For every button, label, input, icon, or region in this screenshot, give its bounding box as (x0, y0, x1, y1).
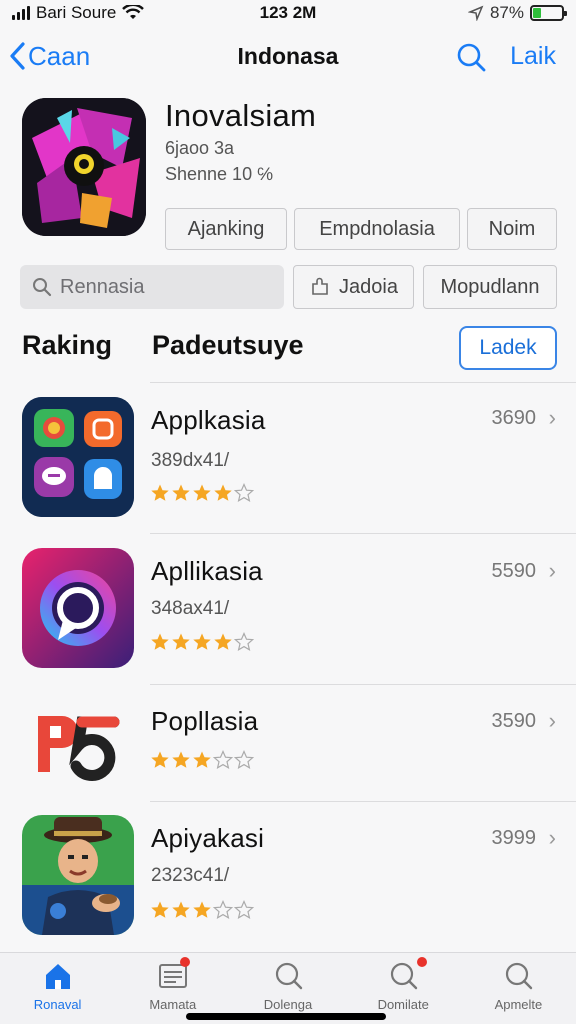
featured-app-title: Inovalsiam (165, 98, 317, 133)
popular-button[interactable]: Mopudlann (423, 265, 557, 309)
home-icon (45, 964, 70, 989)
home-indicator (186, 1013, 386, 1020)
location-icon (467, 5, 484, 21)
divider (150, 533, 576, 534)
app-icon-social (22, 397, 134, 517)
star-filled-icon (193, 633, 211, 650)
search-icon (506, 962, 533, 990)
tab-label: Dolenga (263, 997, 313, 1012)
app-subtitle: 348ax41/ (151, 598, 230, 619)
filter-button-ranking[interactable]: Ajanking (165, 208, 287, 250)
tab-label: Apmelte (494, 997, 543, 1012)
search-icon (275, 962, 303, 990)
app-name: Apiyakasi (151, 823, 265, 853)
chevron-left-icon (10, 42, 25, 70)
search-icon (33, 278, 52, 297)
category-button-label: Jadoia (339, 275, 398, 298)
app-name: Popllasia (151, 706, 259, 736)
app-name: Apllikasia (151, 556, 263, 586)
star-filled-icon (193, 751, 211, 768)
section-title-category: Padeutsuye (152, 330, 304, 360)
star-empty-icon (234, 632, 254, 652)
nav-right-button[interactable]: Laik (510, 42, 556, 71)
back-button[interactable]: Caan (8, 41, 90, 72)
search-input[interactable]: Rennasia (20, 265, 284, 309)
navigation-bar: Caan Indonasa Laik (0, 32, 576, 80)
star-filled-icon (193, 484, 211, 501)
signal-icon (12, 6, 30, 20)
star-filled-icon (151, 633, 169, 650)
tab-home[interactable]: Ronaval (0, 953, 115, 1024)
app-icon-ps (22, 700, 134, 790)
notification-badge (417, 957, 428, 967)
star-filled-icon (172, 751, 190, 768)
clock: 123 2M (259, 3, 317, 22)
tab-label: Ronaval (33, 997, 82, 1012)
star-empty-icon (213, 900, 233, 920)
wifi-icon (122, 5, 145, 19)
star-filled-icon (172, 901, 190, 918)
search-icon[interactable] (454, 40, 488, 74)
tab-label: Domilate (377, 997, 429, 1012)
star-empty-icon (234, 750, 254, 770)
see-all-button[interactable]: Ladek (459, 326, 557, 370)
search-badge-icon (391, 962, 418, 990)
puzzle-icon (312, 277, 328, 295)
star-filled-icon (214, 484, 232, 501)
star-filled-icon (151, 901, 169, 918)
star-empty-icon (213, 750, 233, 770)
rating-stars (150, 750, 254, 770)
category-button[interactable]: Jadoia (293, 265, 414, 309)
chevron-right-icon: › (548, 708, 556, 733)
star-empty-icon (234, 483, 254, 503)
app-subtitle: 389dx41/ (151, 450, 230, 471)
star-filled-icon (151, 484, 169, 501)
section-title-ranking: Raking (22, 330, 113, 360)
star-filled-icon (151, 751, 169, 768)
chevron-right-icon: › (548, 405, 556, 430)
chevron-right-icon: › (548, 558, 556, 583)
star-filled-icon (172, 633, 190, 650)
back-label: Caan (28, 40, 91, 71)
filter-button-new[interactable]: Noim (467, 208, 557, 250)
rating-stars (150, 632, 254, 652)
chevron-right-icon: › (548, 825, 556, 850)
status-bar: Bari Soure 123 2M 87% (0, 0, 576, 26)
app-downloads: 3590 (491, 710, 537, 732)
star-filled-icon (172, 484, 190, 501)
featured-app-subtitle: 6jaoo 3a (165, 138, 235, 158)
carrier-label: Bari Soure (36, 3, 117, 22)
divider (150, 382, 576, 383)
featured-app-meta: Shenne 10 ℅ (165, 164, 274, 184)
app-downloads: 3999 (491, 827, 537, 849)
app-subtitle: 2323c41/ (151, 865, 230, 886)
star-filled-icon (214, 633, 232, 650)
app-downloads: 3690 (491, 407, 537, 429)
app-icon-game (22, 815, 134, 935)
star-filled-icon (193, 901, 211, 918)
rating-stars (150, 900, 254, 920)
battery-icon (530, 5, 567, 21)
star-empty-icon (234, 900, 254, 920)
rating-stars (150, 483, 254, 503)
app-name: Applkasia (151, 405, 266, 435)
notification-badge (179, 957, 190, 967)
featured-app-icon[interactable] (22, 98, 146, 236)
filter-button-popular[interactable]: Empdnolasia (294, 208, 460, 250)
app-icon-camera (22, 548, 134, 668)
tab-label: Mamata (149, 997, 197, 1012)
divider (150, 684, 576, 685)
divider (150, 801, 576, 802)
battery-percent: 87% (489, 3, 524, 22)
tab-apps[interactable]: Apmelte (461, 953, 576, 1024)
app-downloads: 5590 (491, 560, 537, 582)
search-placeholder: Rennasia (60, 275, 145, 298)
